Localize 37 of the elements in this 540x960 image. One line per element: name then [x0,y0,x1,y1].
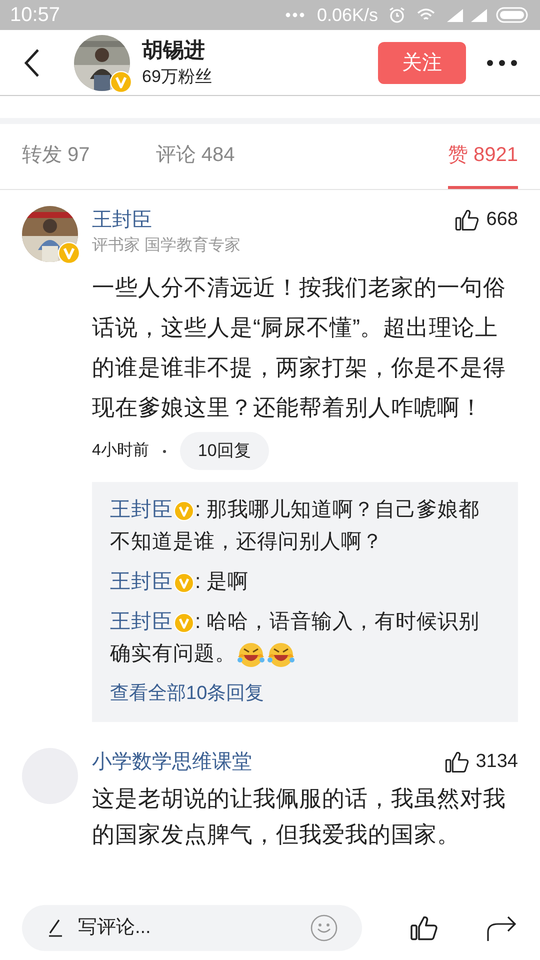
tab[interactable]: 转发 97 [22,124,90,189]
signal-icon [446,8,464,22]
alarm-icon [388,6,406,24]
comment-text: 这是老胡说的让我佩服的话，我虽然对我的国家发点脾气，但我爱我的国家。 [92,784,507,848]
commenter-name[interactable]: 王封臣 [92,206,454,234]
reply-text: 王封臣 : 哈哈，语音输入，有时候识别确实有问题。 [110,606,500,670]
comment-text: 一些人分不清远近！按我们老家的一句俗话说，这些人是“屙尿不懂”。超出理论上的谁是谁非不提，两家打架，你是不是得现在爹娘这里？还能帮着别人咋唬啊！ [92,274,507,422]
share-icon[interactable] [486,914,518,942]
reply-count-button[interactable]: 10回复 [180,432,269,470]
battery-icon [496,7,530,23]
reply-author[interactable]: 王封臣 [110,498,173,521]
thumbs-up-icon[interactable] [454,207,480,234]
like-count: 3134 [476,750,518,774]
comment-placeholder: 写评论... [78,916,152,940]
network-speed: 0.06K/s [316,4,378,26]
comment-time: 4小时前 [92,440,149,461]
view-all-replies-link[interactable]: 查看全部10条回复 [110,678,500,710]
reply-text: 王封臣 : 是啊 [110,569,250,595]
more-icon[interactable] [486,58,518,66]
reply-author[interactable]: 王封臣 [110,570,173,593]
signal-icon [470,8,488,22]
reply-text: 王封臣 : 那我哪儿知道啊？自己爹娘都不知道是谁，还得问别人啊？ [110,497,480,555]
tab[interactable]: 评论 484 [156,124,235,189]
comment-field[interactable]: 写评论... [22,905,362,951]
smiley-icon[interactable] [310,914,338,942]
reply-author[interactable]: 王封臣 [110,610,173,633]
commenter-name[interactable]: 小学数学思维课堂 [92,748,444,776]
user-name: 胡锡进 [142,38,206,64]
more-dots-icon [284,12,305,18]
status-time: 10:57 [10,3,60,28]
commenter-title: 评书家 国学教育专家 [92,235,242,256]
like-count: 668 [486,208,518,232]
back-icon[interactable] [22,48,42,78]
follower-count: 69万粉丝 [142,66,212,88]
follow-button[interactable]: 关注 [378,42,466,84]
thumbs-up-icon[interactable] [444,749,470,776]
tab[interactable]: 赞 8921 [448,124,518,189]
